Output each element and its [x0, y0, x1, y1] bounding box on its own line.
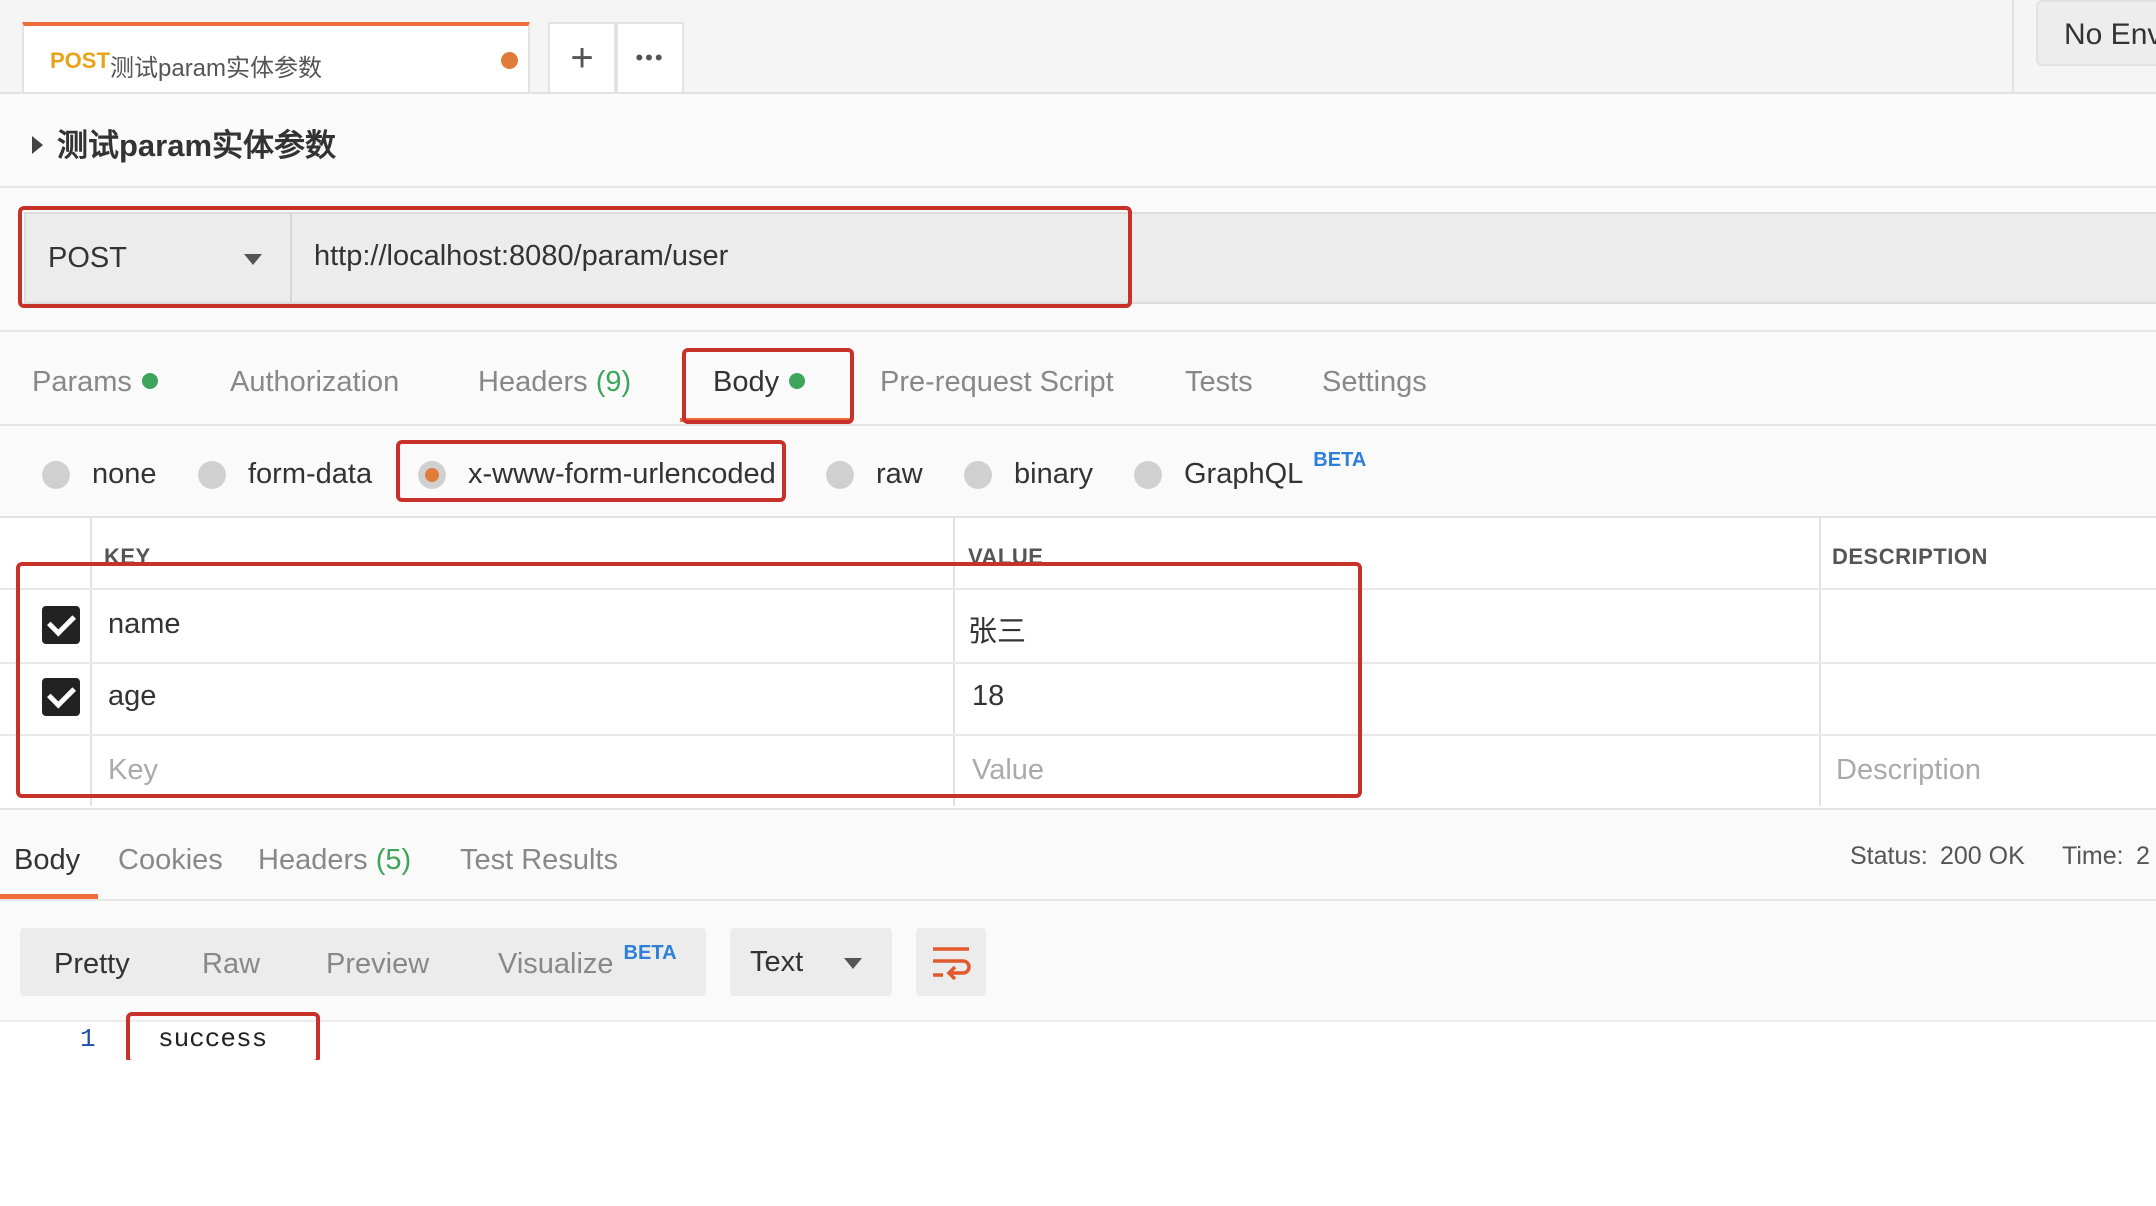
column-header-value: VALUE	[968, 544, 1044, 569]
radio-raw-label: raw	[876, 458, 923, 490]
response-content[interactable]: success	[158, 1024, 267, 1054]
tab-headers[interactable]: Headers (9)	[478, 366, 631, 399]
response-tab-headers[interactable]: Headers (5)	[258, 844, 411, 877]
tab-params-label: Params	[32, 366, 132, 398]
divider	[0, 899, 2156, 901]
divider	[90, 516, 92, 806]
environment-select[interactable]: No Env	[2036, 0, 2156, 66]
new-value-input[interactable]: Value	[972, 754, 1044, 787]
radio-circle[interactable]	[42, 460, 70, 489]
radio-form-data[interactable]: form-data	[198, 458, 372, 491]
divider	[953, 516, 955, 806]
new-tab-button[interactable]: +	[548, 22, 616, 92]
line-number: 1	[80, 1024, 96, 1054]
divider	[1819, 516, 1821, 806]
more-tabs-button[interactable]: •••	[616, 22, 684, 92]
request-title[interactable]: 测试param实体参数	[32, 120, 336, 165]
request-title-text: 测试param实体参数	[57, 128, 337, 163]
new-key-input[interactable]: Key	[108, 754, 158, 787]
response-editor-line	[0, 1020, 2156, 1062]
radio-graphql-label: GraphQL	[1184, 458, 1304, 490]
active-dot-icon	[141, 373, 158, 390]
radio-binary-label: binary	[1014, 458, 1093, 490]
divider	[0, 662, 2156, 664]
wrap-lines-icon	[933, 947, 971, 980]
tab-pre-request-script[interactable]: Pre-request Script	[880, 366, 1114, 399]
radio-binary[interactable]: binary	[964, 458, 1093, 491]
text-format-value: Text	[750, 946, 804, 978]
format-raw[interactable]: Raw	[202, 948, 260, 981]
status-label: Status:	[1850, 842, 1928, 870]
divider	[2012, 0, 2014, 92]
time-label: Time:	[2062, 842, 2124, 870]
method-select[interactable]: POST	[26, 214, 292, 302]
url-input[interactable]: http://localhost:8080/param/user	[314, 240, 728, 273]
tab-body[interactable]: Body	[713, 366, 806, 399]
row-value-age[interactable]: 18	[972, 680, 1004, 713]
tab-body-label: Body	[713, 366, 780, 398]
chevron-down-icon	[244, 254, 262, 265]
response-tab-headers-label: Headers	[258, 844, 368, 876]
expand-caret-icon[interactable]	[32, 135, 43, 154]
request-tab[interactable]: POST 测试param实体参数	[22, 22, 530, 92]
radio-graphql[interactable]: GraphQL BETA	[1134, 449, 1366, 491]
tab-headers-label: Headers	[478, 366, 588, 398]
chevron-down-icon	[844, 958, 862, 969]
format-pretty[interactable]: Pretty	[54, 948, 130, 981]
row-value-name[interactable]: 张三	[968, 608, 1026, 650]
divider	[0, 734, 2156, 736]
radio-urlencoded-label: x-www-form-urlencoded	[468, 458, 776, 490]
divider	[0, 186, 2156, 188]
tab-body-underline	[680, 418, 850, 422]
beta-badge: BETA	[1313, 449, 1367, 471]
tab-tests[interactable]: Tests	[1185, 366, 1253, 399]
tab-settings[interactable]: Settings	[1322, 366, 1427, 399]
radio-urlencoded[interactable]: x-www-form-urlencoded	[418, 458, 776, 491]
response-tab-cookies[interactable]: Cookies	[118, 844, 223, 877]
format-visualize-label: Visualize	[498, 948, 614, 980]
radio-circle[interactable]	[198, 460, 226, 489]
format-preview[interactable]: Preview	[326, 948, 429, 981]
format-visualize[interactable]: Visualize BETA	[498, 942, 677, 981]
tab-params[interactable]: Params	[32, 366, 158, 399]
time-value: 2	[2136, 842, 2150, 870]
headers-count: (9)	[595, 366, 632, 398]
request-tab-name: 测试param实体参数	[110, 55, 323, 82]
column-header-description: DESCRIPTION	[1832, 544, 1988, 569]
radio-none-label: none	[92, 458, 157, 490]
radio-form-data-label: form-data	[248, 458, 373, 490]
request-tab-method: POST	[50, 48, 110, 73]
row-key-age[interactable]: age	[108, 680, 156, 713]
column-header-key: KEY	[104, 544, 151, 569]
radio-none[interactable]: none	[42, 458, 157, 491]
status-value: 200 OK	[1940, 842, 2025, 870]
unsaved-dot-icon	[501, 52, 518, 69]
divider	[0, 588, 2156, 590]
response-tab-test-results[interactable]: Test Results	[460, 844, 618, 877]
row-key-name[interactable]: name	[108, 608, 181, 641]
radio-circle[interactable]	[964, 460, 992, 489]
radio-raw[interactable]: raw	[826, 458, 923, 491]
response-headers-count: (5)	[375, 844, 412, 876]
tab-authorization[interactable]: Authorization	[230, 366, 399, 399]
row-checkbox-name[interactable]	[42, 606, 80, 644]
divider	[0, 330, 2156, 332]
active-dot-icon	[789, 373, 806, 390]
response-tab-body[interactable]: Body	[14, 844, 80, 877]
radio-circle-selected[interactable]	[418, 460, 446, 489]
row-checkbox-age[interactable]	[42, 678, 80, 716]
new-description-input[interactable]: Description	[1836, 754, 1981, 787]
response-editor	[0, 1060, 2156, 1206]
radio-circle[interactable]	[1134, 460, 1162, 489]
wrap-lines-button[interactable]	[916, 928, 986, 996]
divider	[0, 424, 2156, 426]
beta-badge: BETA	[623, 942, 677, 964]
text-format-select[interactable]: Text	[730, 928, 892, 996]
method-select-value: POST	[48, 242, 127, 274]
radio-circle[interactable]	[826, 460, 854, 489]
